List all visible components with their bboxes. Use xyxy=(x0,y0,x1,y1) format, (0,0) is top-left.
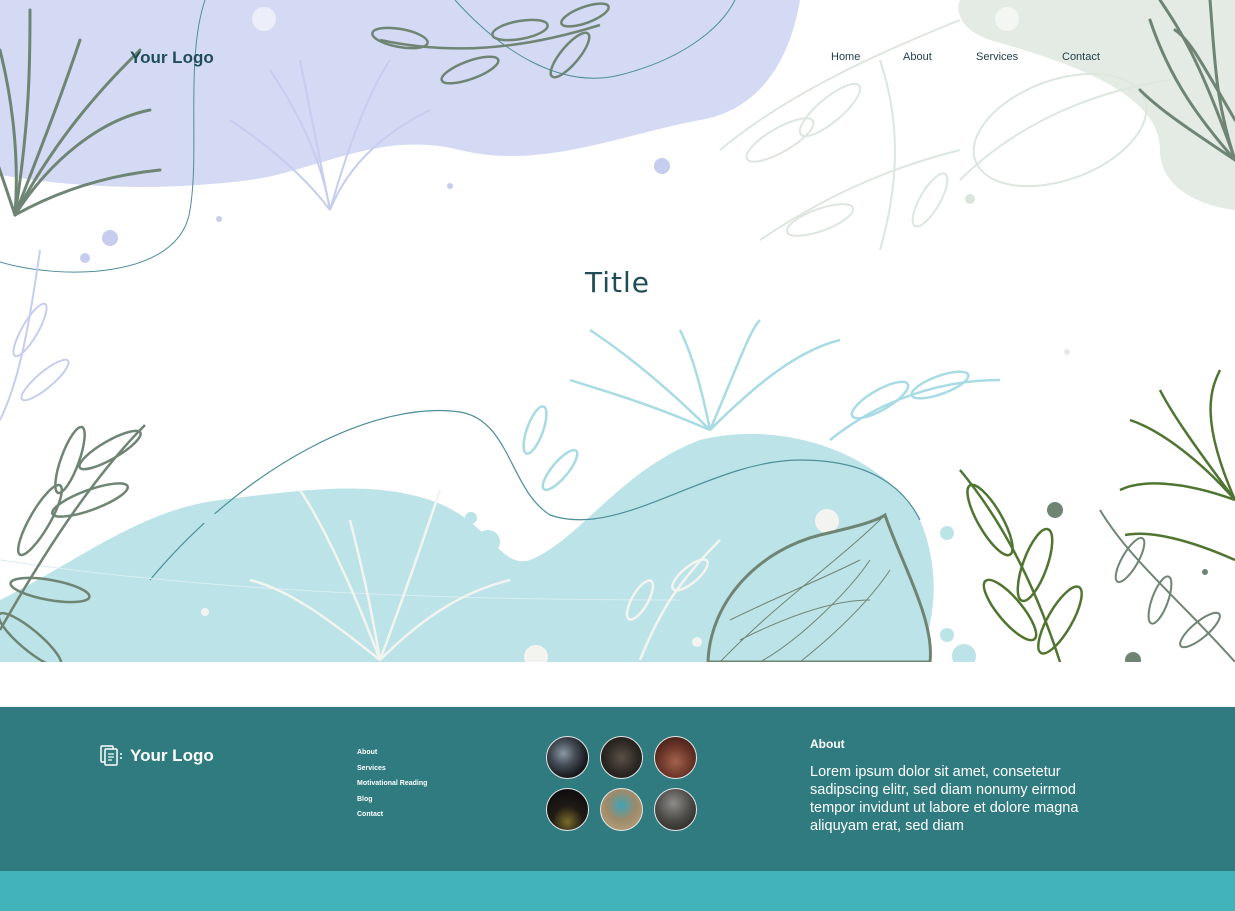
event-photo-3[interactable] xyxy=(654,736,697,779)
footer-logo-text: Your Logo xyxy=(130,746,214,765)
event-photo-5[interactable] xyxy=(600,788,643,831)
footer-links: About Services Motivational Reading Blog… xyxy=(357,749,427,827)
footer-link-contact[interactable]: Contact xyxy=(357,811,427,827)
site-footer: Your Logo About Services Motivational Re… xyxy=(0,707,1235,871)
footer-link-services[interactable]: Services xyxy=(357,765,427,781)
footer-link-motivational-reading[interactable]: Motivational Reading xyxy=(357,780,427,796)
event-photo-1[interactable] xyxy=(546,736,589,779)
footer-logo[interactable]: Your Logo xyxy=(100,745,214,767)
event-photo-2[interactable] xyxy=(600,736,643,779)
footer-about: About Lorem ipsum dolor sit amet, conset… xyxy=(810,737,1090,835)
nav-contact-link[interactable]: Contact xyxy=(1062,51,1100,63)
event-photo-4[interactable] xyxy=(546,788,589,831)
footer-about-text: Lorem ipsum dolor sit amet, consetetur s… xyxy=(810,764,1079,834)
nav-home-link[interactable]: Home xyxy=(831,51,860,63)
footer-bottom-bar xyxy=(0,871,1235,911)
footer-gallery xyxy=(546,736,702,832)
hero-section: Your Logo Home About Services Contact Ti… xyxy=(0,0,1235,662)
document-logo-icon xyxy=(100,745,122,766)
botanical-background-illustration xyxy=(0,0,1235,662)
footer-link-about[interactable]: About xyxy=(357,749,427,765)
nav-services-link[interactable]: Services xyxy=(976,51,1018,63)
main-nav: Home About Services Contact xyxy=(0,51,1235,71)
nav-about-link[interactable]: About xyxy=(903,51,932,63)
footer-about-heading: About xyxy=(810,737,845,751)
footer-link-blog[interactable]: Blog xyxy=(357,796,427,812)
page-title: Title xyxy=(584,266,650,299)
event-photo-6[interactable] xyxy=(654,788,697,831)
